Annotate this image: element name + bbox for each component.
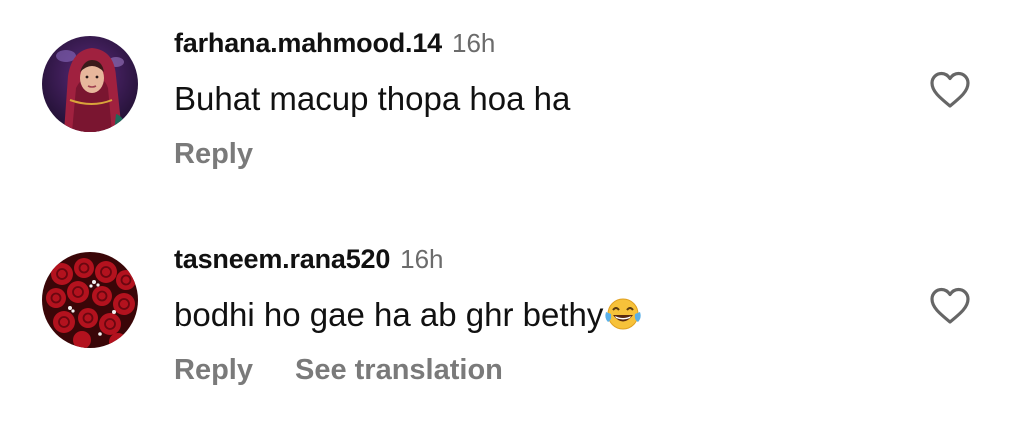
comment-header: tasneem.rana520 16h	[174, 244, 444, 275]
face-with-tears-of-joy-icon	[605, 298, 642, 330]
timestamp: 16h	[451, 28, 496, 58]
profile-photo-icon	[42, 252, 138, 348]
avatar[interactable]	[42, 252, 138, 348]
heart-outline-icon	[930, 287, 970, 324]
comment-text-body: bodhi ho gae ha ab ghr bethy	[174, 296, 604, 333]
comment-text: bodhi ho gae ha ab ghr bethy	[174, 296, 643, 334]
heart-outline-icon	[930, 71, 970, 108]
avatar[interactable]	[42, 36, 138, 132]
comment-text: Buhat macup thopa hoa ha	[174, 80, 571, 117]
username-link[interactable]: tasneem.rana520	[174, 244, 390, 274]
username-link[interactable]: farhana.mahmood.14	[174, 28, 442, 58]
like-button[interactable]	[929, 286, 971, 326]
timestamp: 16h	[400, 244, 444, 274]
reply-button[interactable]: Reply	[174, 354, 253, 386]
reply-button[interactable]: Reply	[174, 138, 253, 170]
comment-thread: farhana.mahmood.14 16h Buhat macup thopa …	[0, 0, 1024, 442]
comment-actions: Reply	[174, 138, 295, 171]
see-translation-button[interactable]: See translation	[295, 354, 503, 386]
comment-item: tasneem.rana520 16h bodhi ho gae ha ab gh…	[0, 234, 1024, 394]
comment-item: farhana.mahmood.14 16h Buhat macup thopa …	[0, 18, 1024, 178]
comment-header: farhana.mahmood.14 16h	[174, 28, 495, 59]
like-button[interactable]	[929, 70, 971, 110]
profile-photo-icon	[42, 36, 138, 132]
comment-actions: Reply See translation	[174, 354, 545, 387]
